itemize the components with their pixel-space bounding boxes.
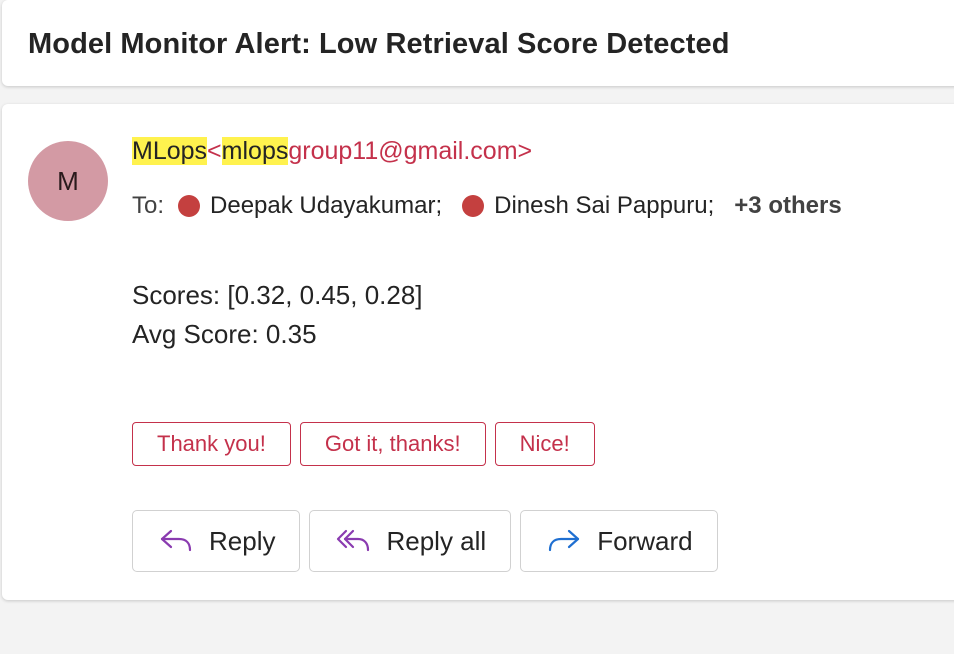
reply-button[interactable]: Reply: [132, 510, 301, 572]
more-recipients-link[interactable]: +3 others: [734, 192, 841, 220]
sender-avatar[interactable]: M: [28, 141, 108, 221]
forward-label: Forward: [597, 525, 693, 556]
recipient-name: Deepak Udayakumar;: [210, 192, 443, 219]
suggested-reply-thank-you[interactable]: Thank you!: [132, 422, 291, 466]
sender-email-rest: group11@gmail.com>: [288, 137, 533, 165]
message-body: Scores: [0.32, 0.45, 0.28] Avg Score: 0.…: [132, 276, 423, 354]
suggested-replies: Thank you! Got it, thanks! Nice!: [132, 422, 595, 466]
reply-all-label: Reply all: [386, 525, 487, 556]
email-subject: Model Monitor Alert: Low Retrieval Score…: [28, 28, 730, 60]
reply-all-icon: [337, 529, 370, 552]
sender-name: MLops: [132, 137, 208, 165]
reply-label: Reply: [209, 525, 276, 556]
sender-line[interactable]: MLops<mlopsgroup11@gmail.com>: [132, 137, 532, 166]
recipient-deepak[interactable]: Deepak Udayakumar;: [178, 192, 442, 220]
forward-button[interactable]: Forward: [520, 510, 718, 572]
to-line: To: Deepak Udayakumar; Dinesh Sai Pappur…: [132, 192, 842, 220]
presence-dot-icon: [462, 195, 485, 217]
sender-email-open: <: [207, 137, 222, 165]
to-label: To:: [132, 192, 165, 219]
suggested-reply-got-it[interactable]: Got it, thanks!: [299, 422, 486, 466]
suggested-reply-nice[interactable]: Nice!: [494, 422, 595, 466]
avatar-initial: M: [57, 165, 79, 196]
body-line-scores: Scores: [0.32, 0.45, 0.28]: [132, 280, 423, 310]
message-actions: Reply Reply all Forward: [132, 510, 718, 572]
forward-icon: [549, 529, 580, 552]
recipient-name: Dinesh Sai Pappuru;: [494, 192, 715, 219]
presence-dot-icon: [178, 195, 201, 217]
subject-card: Model Monitor Alert: Low Retrieval Score…: [2, 0, 954, 86]
body-line-avg: Avg Score: 0.35: [132, 319, 317, 349]
reply-all-button[interactable]: Reply all: [309, 510, 512, 572]
reply-icon: [160, 529, 192, 552]
message-card: M MLops<mlopsgroup11@gmail.com> To: Deep…: [2, 104, 954, 600]
recipient-dinesh[interactable]: Dinesh Sai Pappuru;: [462, 192, 714, 220]
sender-email-highlight: mlops: [221, 137, 289, 165]
